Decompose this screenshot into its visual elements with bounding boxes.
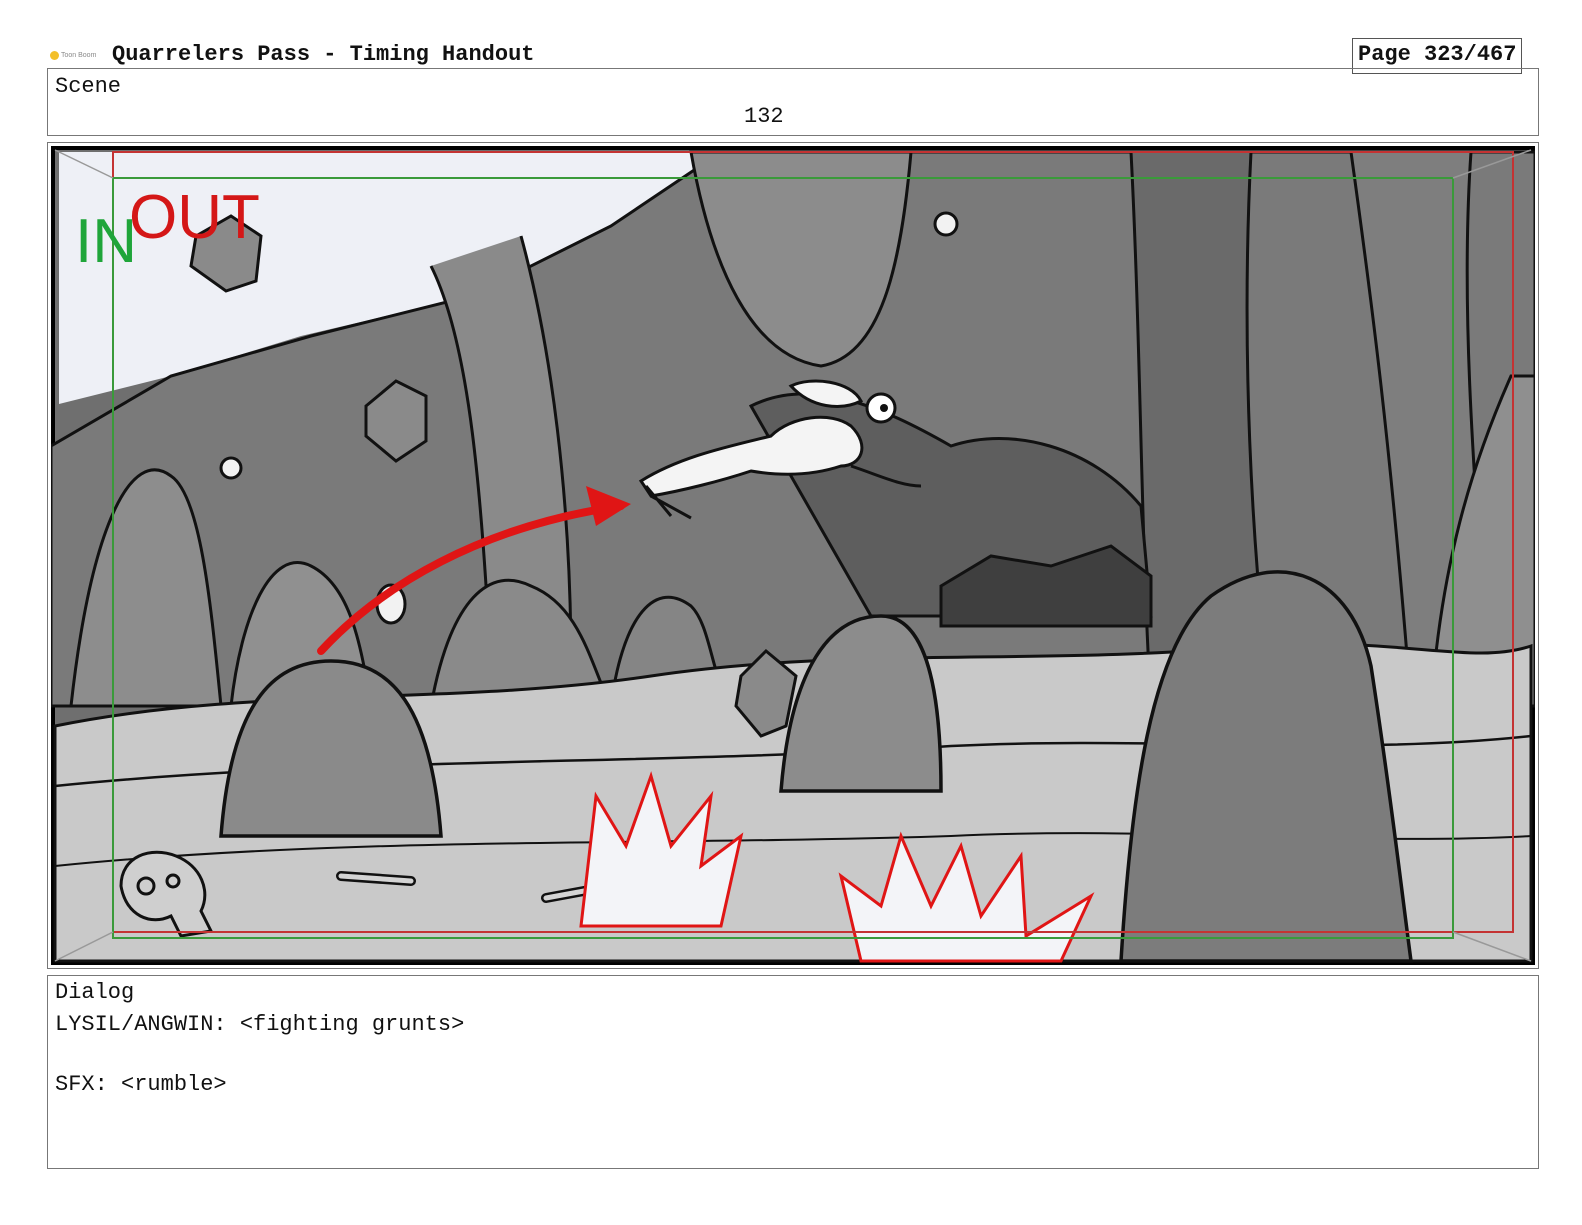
page-number: Page 323/467 [1358,42,1517,67]
document-title: Quarrelers Pass - Timing Handout [112,42,535,67]
sun-icon [50,51,59,60]
dialog-box [47,975,1539,1169]
pebble [219,456,243,480]
out-label: OUT [129,183,260,252]
dialog-line: SFX: <rumble> [55,1072,227,1097]
pebble [933,211,959,237]
toon-boom-logo: Toon Boom [50,50,98,62]
dialog-label: Dialog [55,980,135,1005]
dialog-line: LYSIL/ANGWIN: <fighting grunts> [55,1012,465,1037]
panel-drawing: IN OUT [51,149,1535,963]
logo-text: Toon Boom [61,52,97,59]
scene-box [47,68,1539,136]
in-label: IN [75,207,137,276]
scene-number: 132 [744,104,784,129]
character-pupil [880,404,888,412]
storyboard-panel: IN OUT [51,146,1535,965]
scene-label: Scene [55,74,122,99]
